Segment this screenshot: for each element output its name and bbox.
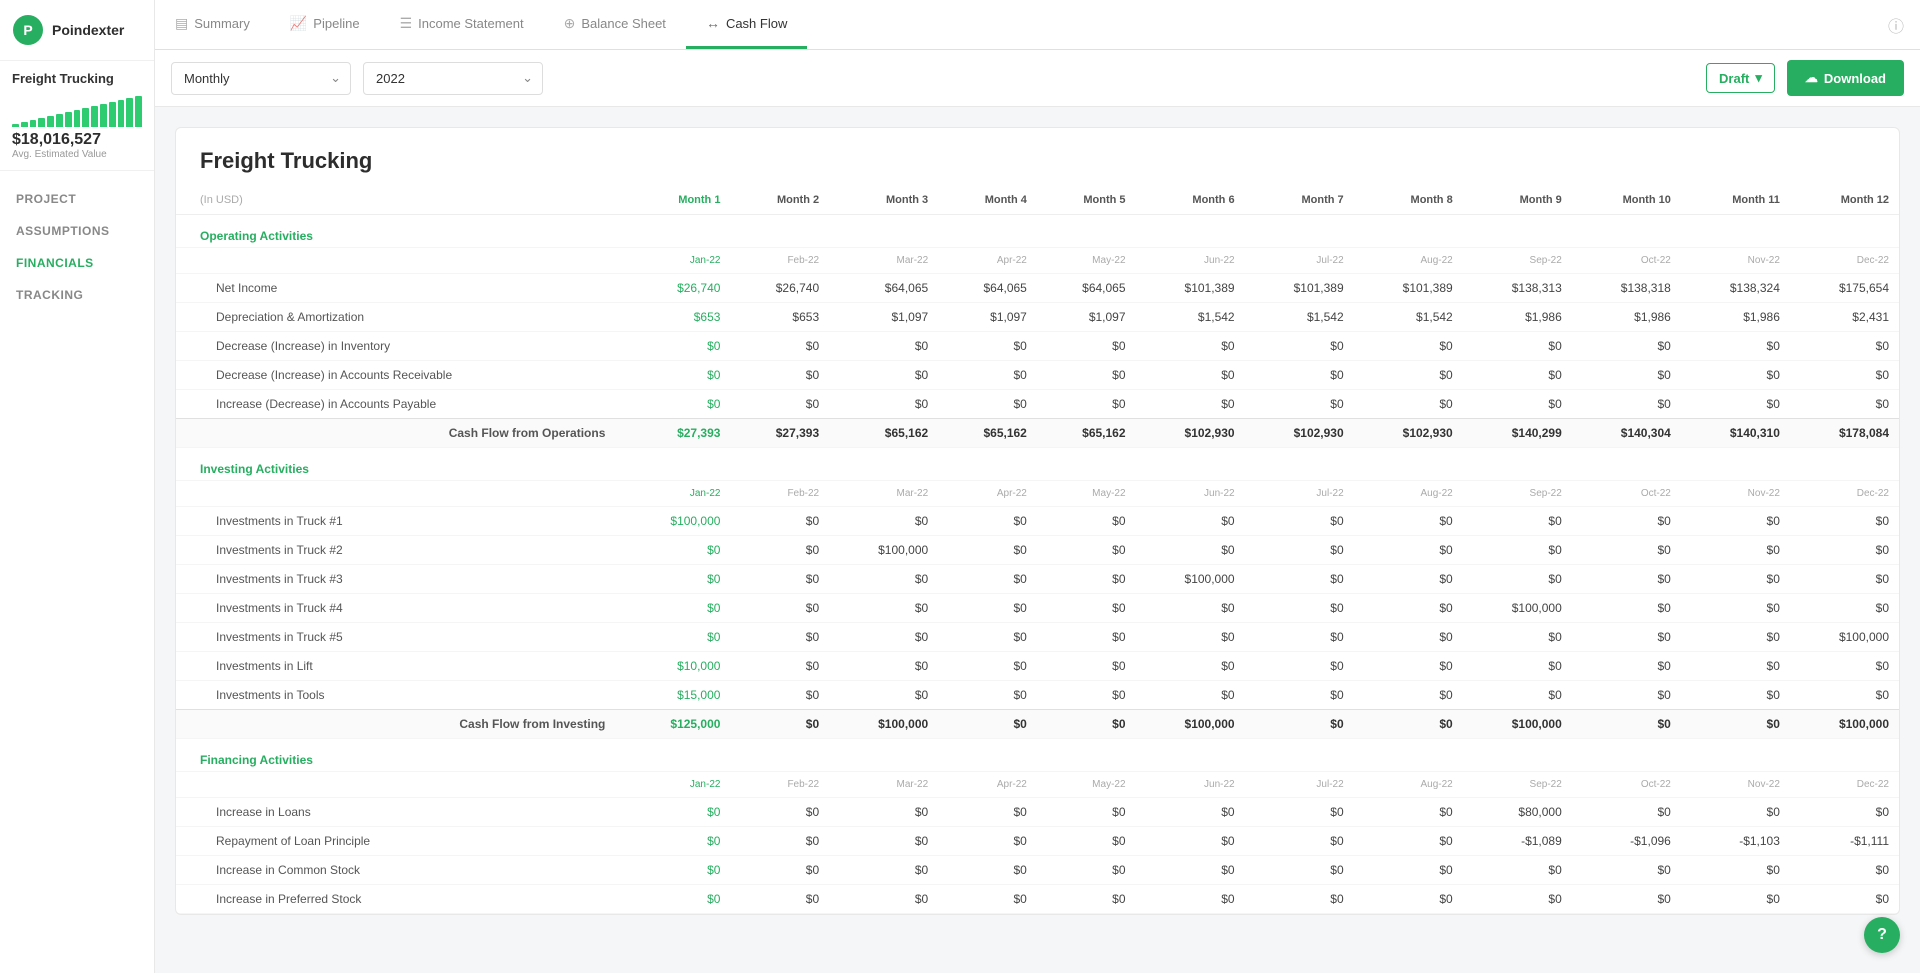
summary-icon: ▤ <box>175 15 188 32</box>
logo-area: P Poindexter <box>0 0 154 61</box>
logo-text: Poindexter <box>52 22 124 38</box>
pipeline-icon: 📈 <box>290 15 307 32</box>
month-label-row-1: Jan-22Feb-22Mar-22Apr-22May-22Jun-22Jul-… <box>176 481 1899 507</box>
sidebar-nav: PROJECT ASSUMPTIONS FINANCIALS TRACKING <box>0 171 154 973</box>
year-select-wrapper: 2020 2021 2022 2023 <box>363 62 543 95</box>
section-header-0: Operating Activities <box>176 215 1899 248</box>
poindexter-logo-icon: P <box>12 14 44 46</box>
table-row: Investments in Lift$10,000$0$0$0$0$0$0$0… <box>176 652 1899 681</box>
mini-bar-chart <box>12 92 142 127</box>
col-month6: Month 6 <box>1136 186 1245 215</box>
unit-label-header: (In USD) <box>176 186 621 215</box>
table-area: Freight Trucking (In USD) Month 1 Month … <box>155 107 1920 973</box>
company-value: $18,016,527 <box>12 131 142 149</box>
table-row: Investments in Truck #2$0$0$100,000$0$0$… <box>176 536 1899 565</box>
table-row: Net Income$26,740$26,740$64,065$64,065$6… <box>176 274 1899 303</box>
tab-income-statement[interactable]: ☰ Income Statement <box>380 0 544 49</box>
section-header-2: Financing Activities <box>176 739 1899 772</box>
cash-flow-icon: ↔ <box>706 15 720 31</box>
month-label-row-2: Jan-22Feb-22Mar-22Apr-22May-22Jun-22Jul-… <box>176 772 1899 798</box>
download-label: Download <box>1824 71 1886 86</box>
svg-text:P: P <box>23 22 32 38</box>
tab-cash-flow[interactable]: ↔ Cash Flow <box>686 0 807 49</box>
draft-select[interactable]: Draft ▾ <box>1706 63 1775 93</box>
table-row: Investments in Truck #5$0$0$0$0$0$0$0$0$… <box>176 623 1899 652</box>
tab-pipeline-label: Pipeline <box>313 16 359 31</box>
balance-sheet-icon: ⊕ <box>564 15 576 32</box>
col-month9: Month 9 <box>1463 186 1572 215</box>
tab-pipeline[interactable]: 📈 Pipeline <box>270 0 380 49</box>
col-month12: Month 12 <box>1790 186 1899 215</box>
table-row: Decrease (Increase) in Accounts Receivab… <box>176 361 1899 390</box>
col-month8: Month 8 <box>1354 186 1463 215</box>
table-row: Investments in Tools$15,000$0$0$0$0$0$0$… <box>176 681 1899 710</box>
col-month11: Month 11 <box>1681 186 1790 215</box>
col-month2: Month 2 <box>730 186 829 215</box>
company-sublabel: Avg. Estimated Value <box>12 149 142 160</box>
sidebar-item-tracking[interactable]: TRACKING <box>0 279 154 311</box>
tab-cash-flow-label: Cash Flow <box>726 16 787 31</box>
period-select-wrapper: Monthly Quarterly Annually <box>171 62 351 95</box>
download-button[interactable]: ☁ Download <box>1787 60 1904 96</box>
year-select[interactable]: 2020 2021 2022 2023 <box>363 62 543 95</box>
table-row: Investments in Truck #1$100,000$0$0$0$0$… <box>176 507 1899 536</box>
table-row: Increase (Decrease) in Accounts Payable$… <box>176 390 1899 419</box>
company-info: Freight Trucking $18,016,527 Avg. Estima… <box>0 61 154 171</box>
tab-summary[interactable]: ▤ Summary <box>155 0 270 49</box>
income-statement-icon: ☰ <box>400 15 413 32</box>
sidebar-item-project[interactable]: PROJECT <box>0 183 154 215</box>
tab-balance-sheet[interactable]: ⊕ Balance Sheet <box>544 0 686 49</box>
main-content: ▤ Summary 📈 Pipeline ☰ Income Statement … <box>155 0 1920 973</box>
tab-balance-sheet-label: Balance Sheet <box>581 16 666 31</box>
top-nav: ▤ Summary 📈 Pipeline ☰ Income Statement … <box>155 0 1920 50</box>
column-header-row: (In USD) Month 1 Month 2 Month 3 Month 4… <box>176 186 1899 215</box>
table-row: Decrease (Increase) in Inventory$0$0$0$0… <box>176 332 1899 361</box>
period-select[interactable]: Monthly Quarterly Annually <box>171 62 351 95</box>
col-month4: Month 4 <box>938 186 1037 215</box>
cash-flow-table: (In USD) Month 1 Month 2 Month 3 Month 4… <box>176 186 1899 914</box>
page-title: Freight Trucking <box>176 128 1899 186</box>
table-row: Increase in Loans$0$0$0$0$0$0$0$0$80,000… <box>176 798 1899 827</box>
month-label-row-0: Jan-22Feb-22Mar-22Apr-22May-22Jun-22Jul-… <box>176 248 1899 274</box>
col-month5: Month 5 <box>1037 186 1136 215</box>
help-button[interactable]: ⓘ <box>1872 0 1920 49</box>
table-container: Freight Trucking (In USD) Month 1 Month … <box>175 127 1900 915</box>
table-row: Investments in Truck #3$0$0$0$0$0$100,00… <box>176 565 1899 594</box>
draft-label: Draft <box>1719 71 1749 86</box>
sidebar: P Poindexter Freight Trucking $18,016,52… <box>0 0 155 973</box>
col-month7: Month 7 <box>1245 186 1354 215</box>
table-row: Investments in Truck #4$0$0$0$0$0$0$0$0$… <box>176 594 1899 623</box>
col-month1: Month 1 <box>621 186 730 215</box>
help-fab-button[interactable]: ? <box>1864 917 1900 953</box>
table-row: Depreciation & Amortization$653$653$1,09… <box>176 303 1899 332</box>
table-row: Repayment of Loan Principle$0$0$0$0$0$0$… <box>176 827 1899 856</box>
draft-chevron-icon: ▾ <box>1755 70 1762 86</box>
tab-summary-label: Summary <box>194 16 250 31</box>
col-month3: Month 3 <box>829 186 938 215</box>
col-month10: Month 10 <box>1572 186 1681 215</box>
tab-income-statement-label: Income Statement <box>418 16 524 31</box>
subtotal-row-1: Cash Flow from Investing$125,000$0$100,0… <box>176 710 1899 739</box>
help-icon: ⓘ <box>1888 13 1904 37</box>
subtotal-row-0: Cash Flow from Operations$27,393$27,393$… <box>176 419 1899 448</box>
help-fab-icon: ? <box>1877 926 1887 944</box>
company-name: Freight Trucking <box>12 71 142 86</box>
sidebar-item-financials[interactable]: FINANCIALS <box>0 247 154 279</box>
toolbar: Monthly Quarterly Annually 2020 2021 202… <box>155 50 1920 107</box>
section-header-1: Investing Activities <box>176 448 1899 481</box>
download-cloud-icon: ☁ <box>1805 70 1818 86</box>
table-row: Increase in Common Stock$0$0$0$0$0$0$0$0… <box>176 856 1899 885</box>
table-row: Increase in Preferred Stock$0$0$0$0$0$0$… <box>176 885 1899 914</box>
sidebar-item-assumptions[interactable]: ASSUMPTIONS <box>0 215 154 247</box>
table-body: Operating ActivitiesJan-22Feb-22Mar-22Ap… <box>176 215 1899 914</box>
